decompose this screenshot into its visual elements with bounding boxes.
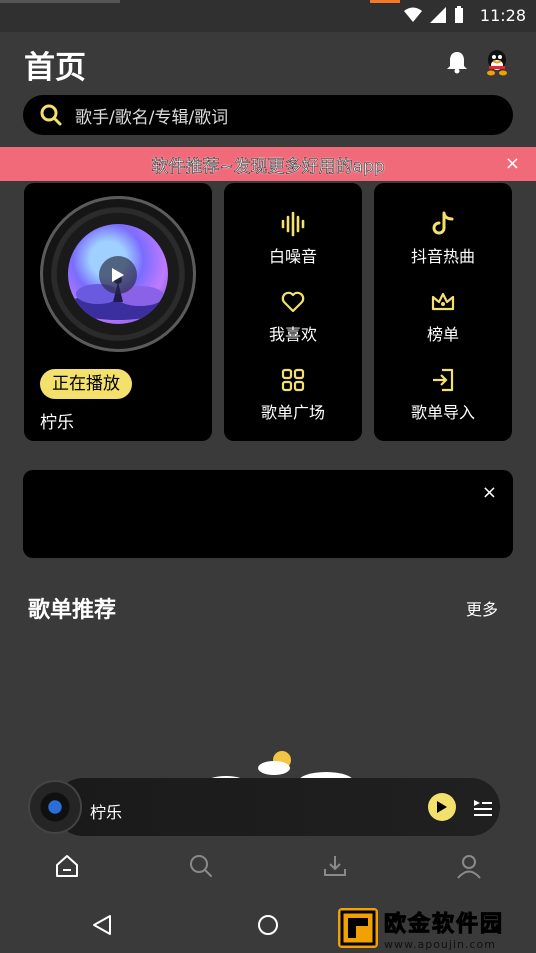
more-link[interactable]: 更多 [466,596,498,620]
wifi-icon [404,7,422,22]
watermark: 欧金软件园 www.apoujin.com [338,905,528,951]
promo-banner-text: 软件推荐~发现更多好用的app [151,156,385,177]
home-nav-icon[interactable] [256,913,280,937]
mini-player-play-button[interactable] [428,793,456,821]
watermark-url: www.apoujin.com [384,937,496,951]
play-icon [437,801,447,813]
banner-close-icon[interactable]: × [505,153,520,174]
signal-icon [430,7,446,23]
heart-icon [281,291,305,313]
status-indicator-line-accent [370,0,400,3]
cover-play-button[interactable] [99,256,137,294]
page-title: 首页 [24,50,86,86]
status-time: 11:28 [479,6,526,25]
feature-favorites[interactable]: 我喜欢 [224,289,362,345]
grid-icon [281,368,305,392]
bell-icon[interactable] [446,50,468,74]
profile-icon[interactable] [456,853,482,879]
mini-player-song: 柠乐 [90,803,123,822]
crown-icon [431,292,455,311]
feature-white-noise[interactable]: 白噪音 [224,211,362,267]
now-playing-badge: 正在播放 [40,369,132,399]
tiktok-icon [432,211,454,235]
search-icon [40,104,62,126]
watermark-logo-icon [338,908,378,948]
playlist-icon[interactable] [472,797,494,819]
status-icons [404,6,464,24]
promo-banner[interactable]: 软件推荐~发现更多好用的app × [0,147,536,181]
feature-label: 我喜欢 [268,325,317,344]
feature-playlist-square[interactable]: 歌单广场 [224,367,362,423]
back-icon[interactable] [90,913,114,937]
import-icon [433,368,454,392]
ad-panel: × [23,470,513,558]
section-title: 歌单推荐 [28,598,117,623]
watermark-logo-shape [340,910,376,946]
play-icon [112,268,124,282]
qq-avatar-icon[interactable] [484,48,510,76]
mini-player-disc[interactable] [30,782,80,832]
download-icon[interactable] [322,853,348,879]
home-icon[interactable] [54,853,80,879]
feature-label: 抖音热曲 [410,247,475,266]
feature-label: 歌单广场 [260,403,325,422]
feature-playlist-import[interactable]: 歌单导入 [374,367,512,423]
ad-close-icon[interactable]: × [482,482,497,503]
feature-charts[interactable]: 榜单 [374,289,512,345]
feature-label: 榜单 [426,325,459,344]
feature-label: 白噪音 [268,247,317,266]
feature-douyin-hits[interactable]: 抖音热曲 [374,211,512,267]
feature-label: 歌单导入 [410,403,475,422]
search-placeholder: 歌手/歌名/专辑/歌词 [75,107,229,128]
search-bar[interactable]: 歌手/歌名/专辑/歌词 [23,95,513,135]
now-playing-song: 柠乐 [40,413,74,433]
search-tab-icon[interactable] [188,853,214,879]
battery-icon [455,6,463,23]
sound-wave-icon [281,211,305,237]
watermark-title: 欧金软件园 [383,911,505,937]
status-indicator-line [0,0,120,3]
